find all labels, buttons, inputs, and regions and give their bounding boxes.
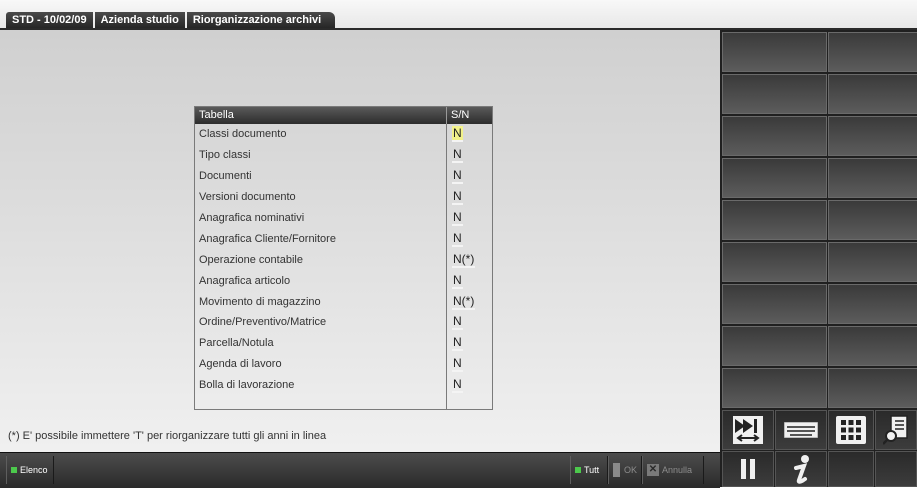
function-key[interactable] xyxy=(828,242,917,282)
tab-company[interactable]: Azienda studio xyxy=(94,12,185,28)
function-key[interactable] xyxy=(722,326,827,366)
close-icon: ✕ xyxy=(647,464,659,476)
tutti-label: Tutt xyxy=(584,465,600,475)
sn-field[interactable]: N xyxy=(452,314,463,331)
grid-menu-button[interactable] xyxy=(828,410,874,450)
header-tabella: Tabella xyxy=(199,109,234,121)
function-key[interactable] xyxy=(722,200,827,240)
function-key[interactable] xyxy=(828,284,917,324)
row-label: Tipo classi xyxy=(199,149,251,162)
row-label: Versioni documento xyxy=(199,191,296,204)
sn-field[interactable]: N(*) xyxy=(452,252,476,268)
sn-field[interactable]: N xyxy=(452,377,463,394)
table-row: Documenti N xyxy=(195,166,492,187)
document-search-button[interactable] xyxy=(875,410,917,450)
function-key[interactable] xyxy=(722,242,827,282)
function-key[interactable] xyxy=(828,200,917,240)
function-key[interactable] xyxy=(828,32,917,72)
row-label: Parcella/Notula xyxy=(199,337,274,350)
sn-field[interactable]: N xyxy=(452,273,463,289)
function-key[interactable] xyxy=(875,451,917,487)
row-label: Documenti xyxy=(199,170,252,183)
tutti-button[interactable]: Tutt xyxy=(570,456,608,484)
function-key[interactable] xyxy=(828,158,917,198)
row-label: Anagrafica Cliente/Fornitore xyxy=(199,232,336,245)
table-row: Anagrafica Cliente/Fornitore N xyxy=(195,228,492,249)
breadcrumb: STD - 10/02/09 Azienda studio Riorganizz… xyxy=(6,12,337,28)
status-dot xyxy=(575,467,581,473)
table-row: Versioni documento N xyxy=(195,187,492,208)
sn-field[interactable]: N xyxy=(452,356,463,373)
status-dot xyxy=(11,467,17,473)
row-label: Movimento di magazzino xyxy=(199,295,321,308)
function-key[interactable] xyxy=(722,116,827,156)
ok-button[interactable]: OK xyxy=(608,456,642,484)
row-label: Operazione contabile xyxy=(199,253,303,266)
function-key[interactable] xyxy=(828,74,917,114)
table-row: Anagrafica articolo N xyxy=(195,270,492,291)
function-key[interactable] xyxy=(722,284,827,324)
archive-table: Tabella S/N Classi documento N Tipo clas… xyxy=(194,106,493,410)
info-icon xyxy=(794,455,809,484)
sn-field[interactable]: N xyxy=(452,335,463,352)
function-key[interactable] xyxy=(828,451,874,487)
sn-field[interactable]: N xyxy=(452,147,463,164)
row-label: Anagrafica articolo xyxy=(199,274,291,287)
table-row: Anagrafica nominativi N xyxy=(195,208,492,229)
fast-forward-swap-button[interactable] xyxy=(722,410,774,450)
function-key[interactable] xyxy=(828,368,917,408)
table-row: Parcella/Notula N xyxy=(195,333,492,354)
row-label: Bolla di lavorazione xyxy=(199,379,295,392)
table-row: Classi documento N xyxy=(195,124,492,145)
function-key[interactable] xyxy=(722,74,827,114)
column-divider xyxy=(446,124,447,409)
function-key[interactable] xyxy=(828,116,917,156)
table-body: Classi documento N Tipo classi N Documen… xyxy=(195,124,492,409)
table-row: Operazione contabile N(*) xyxy=(195,249,492,270)
tab-current[interactable]: Riorganizzazione archivi xyxy=(186,12,336,28)
sn-field[interactable]: N xyxy=(452,210,463,226)
function-bar: Elenco Tutt OK ✕ Annulla xyxy=(0,452,720,488)
keyboard-icon xyxy=(784,422,818,438)
sn-field[interactable]: N xyxy=(452,231,463,247)
row-label: Classi documento xyxy=(199,128,287,141)
sn-field[interactable]: N xyxy=(452,126,463,143)
title-bar: STD - 10/02/09 Azienda studio Riorganizz… xyxy=(0,0,917,28)
annulla-button[interactable]: ✕ Annulla xyxy=(642,456,704,484)
table-row: Tipo classi N xyxy=(195,145,492,166)
sn-field[interactable]: N xyxy=(452,168,463,185)
row-label: Anagrafica nominativi xyxy=(199,212,305,224)
table-row: Bolla di lavorazione N xyxy=(195,375,492,396)
footnote: (*) E' possibile immettere 'T' per riorg… xyxy=(8,430,327,442)
row-label: Ordine/Preventivo/Matrice xyxy=(199,316,327,329)
function-key-panel xyxy=(720,30,917,487)
function-key[interactable] xyxy=(722,158,827,198)
pause-icon xyxy=(741,459,755,479)
function-key[interactable] xyxy=(722,32,827,72)
ok-label: OK xyxy=(623,465,637,475)
status-dot xyxy=(613,463,620,477)
table-row: Ordine/Preventivo/Matrice N xyxy=(195,312,492,333)
function-key[interactable] xyxy=(828,326,917,366)
annulla-label: Annulla xyxy=(662,465,693,475)
document-search-icon xyxy=(883,415,908,445)
keyboard-button[interactable] xyxy=(775,410,827,450)
main-area: Tabella S/N Classi documento N Tipo clas… xyxy=(0,30,720,452)
table-header: Tabella S/N xyxy=(195,107,492,124)
row-label: Agenda di lavoro xyxy=(199,358,282,371)
sn-field[interactable]: N xyxy=(452,189,463,206)
info-button[interactable] xyxy=(775,451,827,487)
sn-field[interactable]: N(*) xyxy=(452,294,476,310)
elenco-button[interactable]: Elenco xyxy=(6,456,54,484)
elenco-label: Elenco xyxy=(20,465,48,475)
table-row: Agenda di lavoro N xyxy=(195,354,492,375)
pause-button[interactable] xyxy=(722,451,774,487)
grid-menu-icon xyxy=(836,416,866,444)
header-sn: S/N xyxy=(446,107,492,124)
function-key[interactable] xyxy=(722,368,827,408)
fast-forward-swap-icon xyxy=(733,416,763,444)
tab-date[interactable]: STD - 10/02/09 xyxy=(6,12,93,28)
table-row: Movimento di magazzino N(*) xyxy=(195,291,492,312)
